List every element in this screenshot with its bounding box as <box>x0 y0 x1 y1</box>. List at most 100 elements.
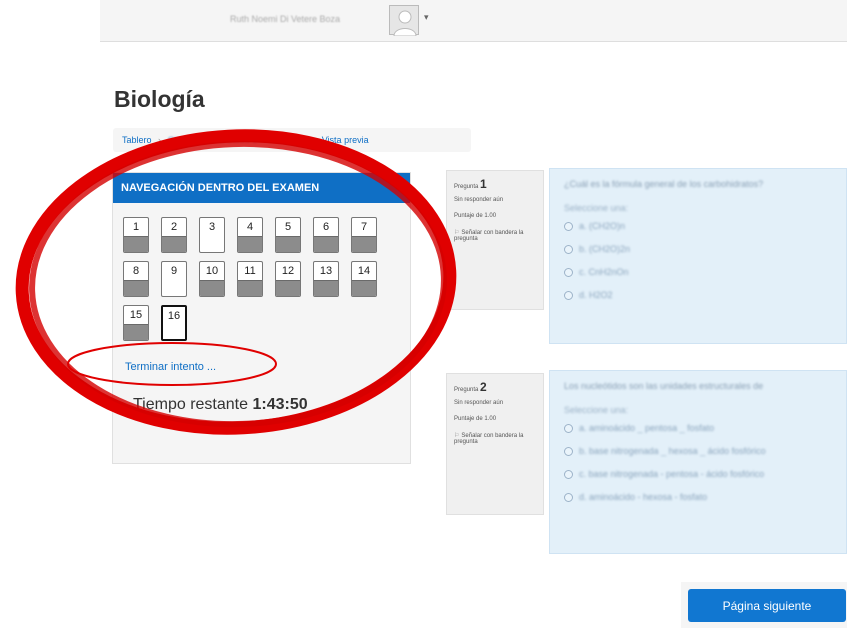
question-1-content: ¿Cuál es la fórmula general de los carbo… <box>549 168 847 344</box>
question-button-4[interactable]: 4 <box>237 217 263 253</box>
next-page-button[interactable]: Página siguiente <box>688 589 846 622</box>
answered-indicator <box>124 324 148 340</box>
question-button-6[interactable]: 6 <box>313 217 339 253</box>
answer-option[interactable]: d. H2O2 <box>564 290 832 300</box>
quiz-navigation-block: NAVEGACIÓN DENTRO DEL EXAMEN 1 2 3 4 5 6… <box>112 172 411 464</box>
question-number: 15 <box>129 309 143 321</box>
question-number: 3 <box>208 221 216 233</box>
question-number-value: 2 <box>480 380 487 394</box>
question-number: 12 <box>281 265 295 277</box>
finish-attempt-link[interactable]: Terminar intento ... <box>125 361 216 373</box>
answered-indicator <box>200 280 224 296</box>
answer-option-label: b. (CH2O)2n <box>579 244 631 254</box>
flag-label: Señalar con bandera la pregunta <box>454 230 524 242</box>
answered-indicator <box>352 280 376 296</box>
radio-icon[interactable] <box>564 290 573 300</box>
breadcrumb-separator: › <box>312 135 316 145</box>
answer-option[interactable]: a. aminoácido _ pentosa _ fosfato <box>564 423 832 433</box>
answer-option[interactable]: d. aminoácido - hexosa - fosfato <box>564 492 832 502</box>
question-button-1[interactable]: 1 <box>123 217 149 253</box>
question-1-text: ¿Cuál es la fórmula general de los carbo… <box>564 179 764 189</box>
page-title: Biología <box>114 86 205 112</box>
question-1-points: Puntaje de 1.00 <box>454 213 497 219</box>
answer-option[interactable]: b. base nitrogenada _ hexosa _ ácido fos… <box>564 446 832 456</box>
answer-option-label: a. aminoácido _ pentosa _ fosfato <box>579 423 715 433</box>
question-2-flag[interactable]: ⚐ Señalar con bandera la pregunta <box>454 432 536 445</box>
question-button-15[interactable]: 15 <box>123 305 149 341</box>
question-number: 1 <box>132 221 140 233</box>
answer-option[interactable]: b. (CH2O)2n <box>564 244 832 254</box>
breadcrumb-separator: › <box>263 135 267 145</box>
question-number: 4 <box>246 221 254 233</box>
question-number: 11 <box>244 265 256 277</box>
question-button-10[interactable]: 10 <box>199 261 225 297</box>
question-number: 9 <box>170 265 178 277</box>
question-button-16-current[interactable]: 16 <box>161 305 187 341</box>
question-prefix: Pregunta <box>454 387 479 393</box>
question-button-8[interactable]: 8 <box>123 261 149 297</box>
answered-indicator <box>124 280 148 296</box>
question-1-status: Sin responder aún <box>454 197 504 203</box>
answer-option[interactable]: c. CnH2nOn <box>564 267 832 277</box>
flag-label: Señalar con bandera la pregunta <box>454 433 524 445</box>
question-prefix: Pregunta <box>454 184 479 190</box>
answer-option-label: b. base nitrogenada _ hexosa _ ácido fos… <box>579 446 766 456</box>
radio-icon[interactable] <box>564 267 573 277</box>
question-button-9[interactable]: 9 <box>161 261 187 297</box>
question-2-content: Los nucleótidos son las unidades estruct… <box>549 370 847 554</box>
question-number: 2 <box>170 221 178 233</box>
time-remaining: Tiempo restante 1:43:50 <box>133 396 308 414</box>
question-number: 16 <box>167 310 181 322</box>
question-1-prompt: Seleccione una: <box>564 203 629 213</box>
answered-indicator <box>124 236 148 252</box>
question-number: 14 <box>357 265 371 277</box>
question-1-number: Pregunta 1 <box>454 177 536 191</box>
question-button-11[interactable]: 11 <box>237 261 263 297</box>
question-number: 13 <box>319 265 333 277</box>
answer-option-label: a. (CH2O)n <box>579 221 626 231</box>
question-1-flag[interactable]: ⚐ Señalar con bandera la pregunta <box>454 229 536 242</box>
question-button-14[interactable]: 14 <box>351 261 377 297</box>
radio-icon[interactable] <box>564 423 573 433</box>
question-2-text: Los nucleótidos son las unidades estruct… <box>564 381 764 391</box>
question-2-status: Sin responder aún <box>454 400 504 406</box>
user-avatar-icon[interactable] <box>389 5 419 36</box>
question-number: 8 <box>132 265 140 277</box>
question-number: 5 <box>284 221 292 233</box>
time-remaining-label: Tiempo restante <box>133 396 249 413</box>
answered-indicator <box>276 236 300 252</box>
question-2-info: Pregunta 2 Sin responder aún Puntaje de … <box>446 373 544 515</box>
question-2-points: Puntaje de 1.00 <box>454 416 497 422</box>
breadcrumb-item-biology[interactable]: Biología <box>273 135 306 145</box>
radio-icon[interactable] <box>564 244 573 254</box>
question-number: 7 <box>360 221 368 233</box>
question-1-info: Pregunta 1 Sin responder aún Puntaje de … <box>446 170 544 310</box>
answer-option-label: d. H2O2 <box>579 290 613 300</box>
answer-option[interactable]: c. base nitrogenada - pentosa - ácido fo… <box>564 469 832 479</box>
breadcrumb: Tablero › Ciencias de la Salud 1 › Biolo… <box>113 128 471 152</box>
question-number-value: 1 <box>480 177 487 191</box>
breadcrumb-item-course[interactable]: Ciencias de la Salud 1 <box>168 135 258 145</box>
answer-option[interactable]: a. (CH2O)n <box>564 221 832 231</box>
user-name[interactable]: Ruth Noemi Di Vetere Boza <box>230 14 340 24</box>
radio-icon[interactable] <box>564 221 573 231</box>
answer-option-label: d. aminoácido - hexosa - fosfato <box>579 492 708 502</box>
radio-icon[interactable] <box>564 492 573 502</box>
answered-indicator <box>314 280 338 296</box>
question-button-13[interactable]: 13 <box>313 261 339 297</box>
breadcrumb-separator: › <box>158 135 162 145</box>
answered-indicator <box>238 280 262 296</box>
answered-indicator <box>276 280 300 296</box>
answered-indicator <box>238 236 262 252</box>
question-button-5[interactable]: 5 <box>275 217 301 253</box>
question-button-12[interactable]: 12 <box>275 261 301 297</box>
question-number: 10 <box>205 265 219 277</box>
question-button-3[interactable]: 3 <box>199 217 225 253</box>
radio-icon[interactable] <box>564 446 573 456</box>
question-button-7[interactable]: 7 <box>351 217 377 253</box>
question-button-2[interactable]: 2 <box>161 217 187 253</box>
user-menu-caret-icon[interactable]: ▾ <box>424 12 429 23</box>
breadcrumb-item-dashboard[interactable]: Tablero <box>122 135 152 145</box>
radio-icon[interactable] <box>564 469 573 479</box>
breadcrumb-item-preview[interactable]: Vista previa <box>322 135 369 145</box>
